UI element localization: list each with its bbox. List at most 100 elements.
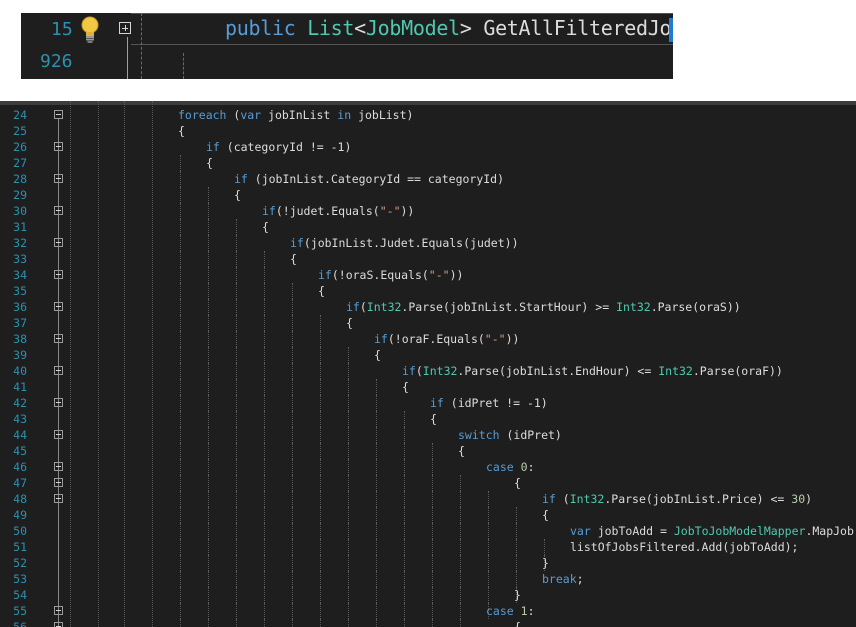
code-line[interactable]: 42 if (idPret != -1) — [0, 395, 856, 411]
collapse-icon[interactable] — [54, 430, 63, 439]
code-token: .Parse(oraF)) — [692, 364, 783, 378]
code-line[interactable]: 44 switch (idPret) — [0, 427, 856, 443]
line-number: 41 — [13, 380, 27, 394]
line-number: 52 — [13, 556, 27, 570]
collapse-icon[interactable] — [54, 366, 63, 375]
code-line[interactable]: 30 if(!judet.Equals("-")) — [0, 203, 856, 219]
code-text: } — [542, 555, 549, 571]
collapse-icon[interactable] — [54, 494, 63, 503]
code-line[interactable]: 49 { — [0, 507, 856, 523]
code-line[interactable]: 33 { — [0, 251, 856, 267]
code-line[interactable]: 41 { — [0, 379, 856, 395]
code-line[interactable]: 39 { — [0, 347, 856, 363]
code-line[interactable]: 51 listOfJobsFiltered.Add(jobToAdd); — [0, 539, 856, 555]
line-number: 27 — [13, 156, 27, 170]
code-text: { — [290, 251, 297, 267]
line-number: 15 — [51, 19, 73, 40]
code-text: { — [206, 155, 213, 171]
code-token: ; — [576, 572, 584, 586]
code-line[interactable]: 48 if (Int32.Parse(jobInList.Price) <= 30… — [0, 491, 856, 507]
code-line[interactable]: 26 if (categoryId != -1) — [0, 139, 856, 155]
code-line[interactable]: 31 { — [0, 219, 856, 235]
code-line[interactable]: 43 { — [0, 411, 856, 427]
code-text: { — [318, 283, 325, 299]
code-line[interactable]: 45 { — [0, 443, 856, 459]
code-line[interactable]: 53 break; — [0, 571, 856, 587]
code-text: case 0: — [486, 459, 535, 475]
code-line[interactable]: 25 { — [0, 123, 856, 139]
collapse-icon[interactable] — [54, 622, 63, 627]
code-token: (idPret != -1) — [443, 396, 548, 410]
code-line[interactable]: 46 case 0: — [0, 459, 856, 475]
code-line[interactable]: 36 if(Int32.Parse(jobInList.StartHour) >=… — [0, 299, 856, 315]
keyword: public — [225, 16, 308, 40]
code-token: if — [402, 364, 416, 378]
code-text: var jobToAdd = JobToJobModelMapper.MapJo… — [570, 523, 854, 539]
code-text: if(jobInList.Judet.Equals(judet)) — [290, 235, 519, 251]
code-token: .Parse(jobInList.EndHour) <= — [457, 364, 659, 378]
collapse-icon[interactable] — [54, 270, 63, 279]
code-token: if — [374, 332, 388, 346]
code-token: (categoryId != -1) — [219, 140, 352, 154]
code-token: (idPret) — [499, 428, 562, 442]
code-token: Int32 — [366, 300, 402, 314]
collapse-icon[interactable] — [54, 238, 63, 247]
code-token: Int32 — [569, 492, 605, 506]
code-line[interactable]: 40 if(Int32.Parse(jobInList.EndHour) <= I… — [0, 363, 856, 379]
code-token: Int32 — [616, 300, 651, 314]
collapse-icon[interactable] — [54, 334, 63, 343]
code-line[interactable]: 54} — [0, 587, 856, 603]
collapse-icon[interactable] — [54, 110, 63, 119]
code-line[interactable]: 24 foreach (var jobInList in jobList) — [0, 107, 856, 123]
collapse-icon[interactable] — [54, 398, 63, 407]
code-text: { — [234, 187, 241, 203]
collapse-icon[interactable] — [54, 206, 63, 215]
code-text: if(!oraF.Equals("-")) — [374, 331, 519, 347]
indent-guide — [183, 53, 184, 79]
line-number: 28 — [13, 172, 27, 186]
type-name: JobModel — [365, 16, 460, 40]
code-line[interactable]: 38 if(!oraF.Equals("-")) — [0, 331, 856, 347]
code-line[interactable]: 55 case 1: — [0, 603, 856, 619]
collapse-icon[interactable] — [54, 302, 63, 311]
code-text: case 1: — [486, 603, 535, 619]
code-line[interactable]: 37 { — [0, 315, 856, 331]
code-line[interactable]: 35 { — [0, 283, 856, 299]
code-text: { — [178, 123, 185, 139]
code-token: if — [346, 300, 360, 314]
code-token: 0 — [520, 460, 528, 474]
code-token: case — [486, 604, 514, 618]
line-number: 46 — [13, 460, 27, 474]
collapse-icon[interactable] — [54, 142, 63, 151]
code-line[interactable]: 27 { — [0, 155, 856, 171]
line-number: 47 — [13, 476, 27, 490]
lightbulb-icon[interactable] — [79, 15, 101, 45]
code-token: var — [570, 524, 591, 538]
code-line[interactable]: 34 if(!oraS.Equals("-")) — [0, 267, 856, 283]
code-token: ( — [226, 108, 241, 122]
code-line[interactable]: 29 { — [0, 187, 856, 203]
collapse-icon[interactable] — [54, 462, 63, 471]
code-token: (jobInList.CategoryId == categoryId) — [247, 172, 505, 186]
code-token: { — [318, 284, 325, 298]
collapse-icon[interactable] — [54, 174, 63, 183]
code-editor[interactable]: 24 foreach (var jobInList in jobList) 25{2… — [0, 101, 856, 627]
line-number: 926 — [40, 51, 73, 72]
code-line[interactable]: 47 { — [0, 475, 856, 491]
expand-icon[interactable] — [119, 22, 131, 34]
code-token: var — [240, 108, 262, 122]
code-line[interactable]: 50 var jobToAdd = JobToJobModelMapper.Map… — [0, 523, 856, 539]
code-token: break — [542, 572, 577, 586]
code-token: ( — [415, 364, 423, 378]
code-token: jobToAdd = — [590, 524, 674, 538]
collapse-icon[interactable] — [54, 606, 63, 615]
collapse-icon[interactable] — [54, 478, 63, 487]
code-token: 1 — [520, 604, 528, 618]
code-token: .Parse(jobInList.Price) <= — [604, 492, 792, 506]
code-line[interactable]: 32 if(jobInList.Judet.Equals(judet)) — [0, 235, 856, 251]
code-line[interactable]: 52} — [0, 555, 856, 571]
code-line[interactable]: 28 if (jobInList.CategoryId == categoryId… — [0, 171, 856, 187]
line-number: 45 — [13, 444, 27, 458]
code-line[interactable]: 56 { — [0, 619, 856, 627]
line-number: 43 — [13, 412, 27, 426]
